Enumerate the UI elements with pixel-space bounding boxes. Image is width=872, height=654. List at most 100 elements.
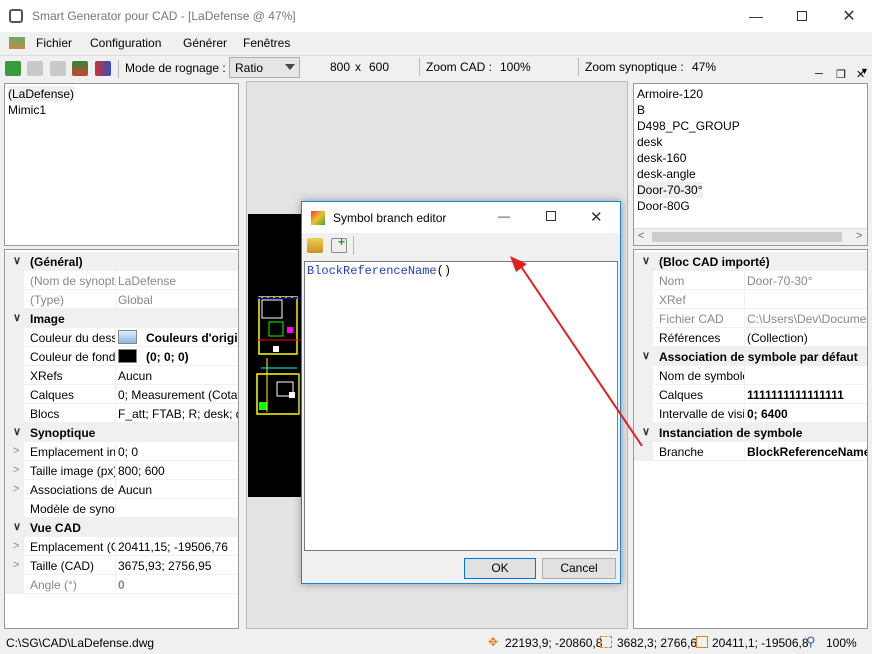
horizontal-scrollbar[interactable]: < > <box>634 228 867 245</box>
symbol-list-item[interactable]: Armoire-120 <box>637 86 864 102</box>
symbol-list-item[interactable]: B <box>637 102 864 118</box>
chevron-down-icon[interactable]: ∨ <box>13 254 21 267</box>
property-value[interactable]: Aucun <box>118 483 152 497</box>
property-value[interactable]: Aucun <box>118 369 152 383</box>
property-row[interactable]: XRefs Aucun <box>5 366 238 385</box>
menu-fichier[interactable]: Fichier <box>36 36 72 50</box>
property-value[interactable]: 0; 0 <box>118 445 138 459</box>
menu-fenetres[interactable]: Fenêtres <box>243 36 290 50</box>
symbol-list-item[interactable]: desk <box>637 134 864 150</box>
chevron-down-icon[interactable]: ∨ <box>13 520 21 533</box>
property-value[interactable]: 0; Measurement (Cotation) <box>118 388 238 402</box>
property-category[interactable]: ∨ Association de symbole par défaut <box>634 347 867 366</box>
tree-item-ladefense[interactable]: (LaDefense) <box>8 86 75 102</box>
property-category[interactable]: ∨ Image <box>5 309 238 328</box>
cancel-button[interactable]: Cancel <box>542 558 616 579</box>
property-category[interactable]: ∨ (Bloc CAD importé) <box>634 252 867 271</box>
property-value[interactable]: Door-70-30° <box>747 274 813 288</box>
chevron-right-icon[interactable]: > <box>13 445 19 457</box>
property-row[interactable]: Blocs F_att; FTAB; R; desk; desk <box>5 404 238 423</box>
dialog-close-button[interactable]: ✕ <box>590 208 603 226</box>
dialog-maximize-button[interactable] <box>546 211 556 221</box>
symbol-list-item[interactable]: desk-angle <box>637 166 864 182</box>
property-row[interactable]: Modèle de synoptique <box>5 499 238 518</box>
property-row[interactable]: Nom Door-70-30° <box>634 271 867 290</box>
close-button[interactable]: ✕ <box>826 0 872 32</box>
property-category[interactable]: ∨ Vue CAD <box>5 518 238 537</box>
property-row[interactable]: > Taille image (px) 800; 600 <box>5 461 238 480</box>
property-row[interactable]: XRef <box>634 290 867 309</box>
code-editor[interactable]: BlockReferenceName() <box>304 261 618 551</box>
tree-item-mimic1[interactable]: Mimic1 <box>8 102 235 118</box>
chevron-right-icon[interactable]: > <box>13 559 19 571</box>
insert-icon[interactable]: + <box>331 235 347 253</box>
image-icon[interactable] <box>72 61 88 76</box>
minimize-button[interactable]: — <box>733 0 779 32</box>
row-gutter <box>5 290 24 309</box>
chevron-right-icon[interactable]: > <box>13 464 19 476</box>
chevron-down-icon[interactable]: ∨ <box>642 425 650 438</box>
chevron-right-icon[interactable]: > <box>13 540 19 552</box>
property-value[interactable]: BlockReferenceName() <box>747 445 867 459</box>
open-folder-icon[interactable] <box>307 238 323 253</box>
property-row[interactable]: Intervalle de visibilité0; 6400 <box>634 404 867 423</box>
tool3-icon[interactable] <box>50 61 66 76</box>
property-category[interactable]: ∨ (Général) <box>5 252 238 271</box>
palette-icon[interactable] <box>95 61 111 76</box>
property-row[interactable]: (Nom de synoptique)LaDefense <box>5 271 238 290</box>
chevron-down-icon[interactable]: ∨ <box>642 254 650 267</box>
property-row[interactable]: > Associations de symbolesAucun <box>5 480 238 499</box>
property-value[interactable]: 0 <box>118 578 125 592</box>
property-row[interactable]: Angle (°) 0 <box>5 575 238 594</box>
property-name: Emplacement (CAD) <box>30 540 115 554</box>
chevron-down-icon[interactable]: ∨ <box>13 311 21 324</box>
property-value[interactable]: 0; 6400 <box>747 407 788 421</box>
property-row[interactable]: Fichier CAD C:\Users\Dev\Documents <box>634 309 867 328</box>
property-row[interactable]: Couleur de fond (0; 0; 0) <box>5 347 238 366</box>
property-value[interactable]: (0; 0; 0) <box>146 350 189 364</box>
property-value[interactable]: 800; 600 <box>118 464 165 478</box>
property-row[interactable]: Couleur du dessin Couleurs d'origine <box>5 328 238 347</box>
property-category[interactable]: ∨ Instanciation de symbole <box>634 423 867 442</box>
symbol-list-item[interactable]: desk-160 <box>637 150 864 166</box>
property-value[interactable]: 1111111111111111 <box>747 388 844 402</box>
ok-button[interactable]: OK <box>464 558 536 579</box>
symbol-list-item[interactable]: Door-80G <box>637 198 864 214</box>
chevron-right-icon[interactable]: > <box>13 483 19 495</box>
property-row[interactable]: Branche BlockReferenceName() <box>634 442 867 461</box>
menu-configuration[interactable]: Configuration <box>90 36 161 50</box>
property-row[interactable]: > Emplacement (CAD)20411,15; -19506,76 <box>5 537 238 556</box>
symbol-branch-editor-dialog: Symbol branch editor — ✕ + BlockReferenc… <box>301 201 621 584</box>
property-row[interactable]: (Type) Global <box>5 290 238 309</box>
property-value[interactable]: Couleurs d'origine <box>146 331 238 345</box>
property-row[interactable]: Calques 0; Measurement (Cotation) <box>5 385 238 404</box>
property-category[interactable]: ∨ Synoptique <box>5 423 238 442</box>
scrollbar-thumb[interactable] <box>652 232 842 242</box>
crop-mode-select[interactable]: Ratio <box>229 57 300 78</box>
property-row[interactable]: Calques 1111111111111111 <box>634 385 867 404</box>
menu-generer[interactable]: Générer <box>183 36 227 50</box>
zoom-icon: ⚲ <box>806 634 816 649</box>
property-value[interactable]: C:\Users\Dev\Documents <box>747 312 867 326</box>
property-value[interactable]: F_att; FTAB; R; desk; desk <box>118 407 238 421</box>
symbol-list-item[interactable]: Door-70-30° <box>637 182 703 198</box>
property-row[interactable]: > Taille (CAD) 3675,93; 2756,95 <box>5 556 238 575</box>
property-value[interactable]: LaDefense <box>118 274 176 288</box>
property-row[interactable]: > Emplacement initial0; 0 <box>5 442 238 461</box>
property-row[interactable]: Nom de symbole <box>634 366 867 385</box>
property-value[interactable]: 20411,15; -19506,76 <box>118 540 228 554</box>
toolbar-overflow-icon[interactable]: ▼ <box>860 66 869 76</box>
property-value[interactable]: (Collection) <box>747 331 808 345</box>
tool2-icon[interactable] <box>27 61 43 76</box>
property-row[interactable]: Références (Collection) <box>634 328 867 347</box>
dialog-minimize-button[interactable]: — <box>498 209 510 223</box>
property-value[interactable]: 3675,93; 2756,95 <box>118 559 211 573</box>
symbol-list-item[interactable]: D498_PC_GROUP <box>637 118 864 134</box>
chevron-down-icon[interactable]: ∨ <box>13 425 21 438</box>
scroll-right-icon[interactable]: > <box>856 230 862 242</box>
maximize-button[interactable] <box>779 0 825 32</box>
add-icon[interactable] <box>5 61 21 76</box>
scroll-left-icon[interactable]: < <box>638 230 644 242</box>
chevron-down-icon[interactable]: ∨ <box>642 349 650 362</box>
property-value[interactable]: Global <box>118 293 153 307</box>
